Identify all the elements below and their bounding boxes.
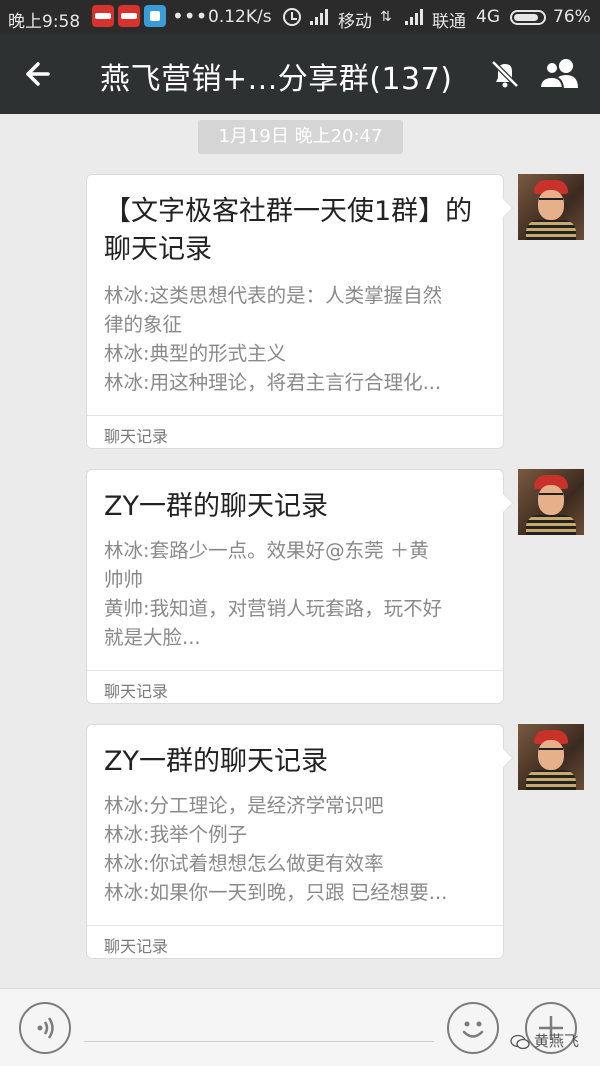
app-notification-icon bbox=[118, 5, 140, 27]
preview-line: 林冰:典型的形式主义 bbox=[104, 342, 287, 365]
battery-level: 76% bbox=[553, 7, 591, 27]
chat-header: 燕飞营销+...分享群(137) bbox=[0, 34, 600, 114]
chat-record-card[interactable]: ZY一群的聊天记录 林冰:分工理论，是经济学常识吧 林冰:我举个例子 林冰:你试… bbox=[86, 724, 513, 959]
signal-icon bbox=[310, 9, 328, 25]
emoji-icon[interactable] bbox=[447, 1002, 499, 1054]
preview-line: 林冰:你试着想想怎么做更有效率 bbox=[104, 852, 384, 875]
message-input[interactable] bbox=[84, 1041, 434, 1042]
app-notification-icon bbox=[92, 5, 114, 27]
avatar[interactable] bbox=[518, 174, 584, 240]
preview-line: 帅帅 bbox=[104, 568, 144, 591]
card-divider bbox=[87, 670, 503, 671]
chat-record-card[interactable]: 【文字极客社群一天使1群】的聊天记录 林冰:这类思想代表的是：人类掌握自然 律的… bbox=[86, 174, 513, 449]
mute-bell-icon[interactable] bbox=[485, 54, 525, 94]
preview-line: 林冰:我举个例子 bbox=[104, 823, 248, 846]
input-bar bbox=[0, 988, 600, 1066]
card-divider bbox=[87, 415, 503, 416]
card-footer-label: 聊天记录 bbox=[104, 427, 169, 446]
preview-line: 林冰:用这种理论，将君主言行合理化... bbox=[104, 371, 442, 394]
preview-line: 黄帅:我知道，对营销人玩套路，玩不好 bbox=[104, 597, 443, 620]
preview-line: 林冰:分工理论，是经济学常识吧 bbox=[104, 794, 384, 817]
preview-line: 林冰:套路少一点。效果好@东莞 ＋黄 bbox=[104, 539, 429, 562]
preview-line: 林冰:如果你一天到晚，只跟 已经想要... bbox=[104, 881, 448, 904]
status-time: 晚上9:58 bbox=[8, 12, 81, 32]
signal-icon bbox=[405, 9, 423, 25]
group-members-icon[interactable] bbox=[534, 54, 586, 94]
status-bar: 晚上9:58 ••• 0.12K/s 移动 ⇅ 联通 4G 76% bbox=[0, 0, 600, 34]
preview-line: 林冰:这类思想代表的是：人类掌握自然 bbox=[104, 284, 443, 307]
card-footer-label: 聊天记录 bbox=[104, 937, 169, 956]
carrier-1: 移动 bbox=[338, 12, 372, 32]
network-type: 4G bbox=[476, 7, 500, 27]
card-preview: 林冰:套路少一点。效果好@东莞 ＋黄 帅帅 黄帅:我知道，对营销人玩套路，玩不好… bbox=[104, 536, 489, 652]
card-preview: 林冰:这类思想代表的是：人类掌握自然 律的象征 林冰:典型的形式主义 林冰:用这… bbox=[104, 281, 489, 397]
avatar[interactable] bbox=[518, 469, 584, 535]
avatar[interactable] bbox=[518, 724, 584, 790]
card-divider bbox=[87, 925, 503, 926]
wechat-logo-icon bbox=[510, 1034, 530, 1050]
back-arrow-icon[interactable] bbox=[18, 50, 66, 98]
preview-line: 就是大脸... bbox=[104, 626, 201, 649]
more-dots-icon: ••• bbox=[172, 4, 208, 28]
carrier-2: 联通 bbox=[432, 12, 466, 32]
alarm-clock-icon bbox=[283, 8, 301, 26]
battery-icon bbox=[510, 10, 546, 25]
preview-line: 律的象征 bbox=[104, 313, 183, 336]
chat-title: 燕飞营销+...分享群(137) bbox=[100, 62, 453, 97]
app-icon bbox=[144, 5, 166, 27]
card-title: ZY一群的聊天记录 bbox=[104, 491, 328, 522]
card-title: ZY一群的聊天记录 bbox=[104, 746, 328, 777]
card-preview: 林冰:分工理论，是经济学常识吧 林冰:我举个例子 林冰:你试着想想怎么做更有效率… bbox=[104, 791, 489, 907]
message-timestamp: 1月19日 晚上20:47 bbox=[198, 120, 403, 154]
chat-record-card[interactable]: ZY一群的聊天记录 林冰:套路少一点。效果好@东莞 ＋黄 帅帅 黄帅:我知道，对… bbox=[86, 469, 513, 704]
voice-input-icon[interactable] bbox=[19, 1002, 71, 1054]
data-arrows-icon: ⇅ bbox=[380, 9, 392, 25]
card-title: 【文字极客社群一天使1群】的聊天记录 bbox=[104, 196, 473, 265]
watermark: 黄燕飞 bbox=[534, 1032, 580, 1050]
card-footer-label: 聊天记录 bbox=[104, 682, 169, 701]
network-speed: 0.12K/s bbox=[208, 7, 272, 27]
